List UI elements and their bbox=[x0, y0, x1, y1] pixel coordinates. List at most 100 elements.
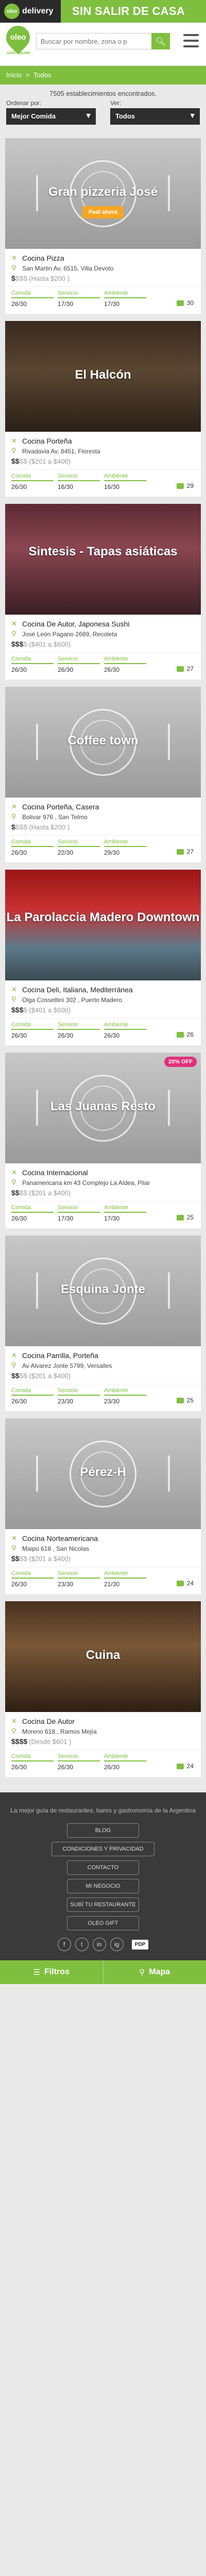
search-button[interactable]: 🔍︎ bbox=[151, 33, 170, 49]
restaurant-card[interactable]: El Halcón ✕ Cocina Porteña ⚲ Rivadavia Av. 8… bbox=[5, 321, 201, 497]
site-logo[interactable]: oleo GUÍA ONLINE bbox=[1, 21, 35, 58]
rating-ambience-value: 17/30 bbox=[104, 300, 120, 308]
ratings: Comida 26/30 Servicio 26/30 Ambiente 26/30 27 bbox=[5, 652, 201, 680]
restaurant-name[interactable]: Pérez-H bbox=[5, 1466, 201, 1479]
address: Moreno 618 , Ramos Mejía bbox=[22, 1727, 97, 1735]
map-button[interactable]: ⚲ Mapa bbox=[102, 1960, 206, 1984]
facebook-icon[interactable]: f bbox=[57, 1938, 71, 1951]
twitter-icon[interactable]: t bbox=[75, 1938, 89, 1951]
restaurant-info: ✕ Cocina Norteamericana ⚲ Maipú 618 , San N… bbox=[5, 1529, 201, 1567]
filters: Ordenar por: Mejor Comida ▼ Ver: Todos ▼ bbox=[0, 99, 206, 125]
restaurant-card[interactable]: Gran pizzeria José Pedí ahora ✕ Cocina Pizz… bbox=[5, 138, 201, 314]
rating-food-value: 26/30 bbox=[11, 1032, 27, 1039]
filters-button[interactable]: ☰ Filtros bbox=[0, 1960, 103, 1984]
comment-icon bbox=[176, 1580, 184, 1586]
restaurant-image[interactable]: El Halcón bbox=[5, 321, 201, 432]
restaurant-info: ✕ Cocina De Autor ⚲ Moreno 618 , Ramos Mejí… bbox=[5, 1712, 201, 1750]
comments-value: 25 bbox=[186, 1214, 194, 1221]
promo-banner[interactable]: oleo delivery SIN SALIR DE CASA bbox=[0, 0, 206, 23]
comments-count[interactable]: 24 bbox=[176, 1762, 194, 1770]
breadcrumb-home[interactable]: Inicio bbox=[6, 71, 22, 79]
restaurant-name[interactable]: Sintesis - Tapas asiáticas bbox=[5, 545, 201, 558]
rating-ambience-label: Ambiente bbox=[104, 1387, 146, 1396]
footer-link-gift[interactable]: OLEO GIFT bbox=[67, 1916, 139, 1930]
restaurant-name[interactable]: La Parolaccia Madero Downtown bbox=[5, 911, 201, 924]
footer-link-business[interactable]: MI NEGOCIO bbox=[67, 1879, 139, 1893]
cutlery-icon: ✕ bbox=[11, 1351, 17, 1360]
restaurant-card[interactable]: Coffee town ✕ Cocina Porteña, Casera ⚲ Boliv… bbox=[5, 687, 201, 862]
rating-ambience: Ambiente 23/30 bbox=[104, 1387, 146, 1405]
search-input[interactable] bbox=[36, 33, 151, 49]
cuisine: Cocina De Autor bbox=[22, 1717, 75, 1725]
restaurant-image[interactable]: Esquina Jonte bbox=[5, 1235, 201, 1346]
comments-count[interactable]: 30 bbox=[176, 299, 194, 307]
restaurant-image[interactable]: Coffee town bbox=[5, 687, 201, 798]
restaurant-image[interactable]: Pérez-H bbox=[5, 1418, 201, 1529]
restaurant-image[interactable]: Las Juanas Resto 20% OFF bbox=[5, 1053, 201, 1163]
rating-service-label: Servicio bbox=[58, 1570, 100, 1579]
footer-tagline: La mejor guía de restaurantes, bares y g… bbox=[10, 1807, 196, 1814]
address: Maipú 618 , San Nicolas bbox=[22, 1545, 90, 1552]
rating-service-label: Servicio bbox=[58, 290, 100, 298]
rating-food: Comida 26/30 bbox=[11, 1753, 54, 1771]
order-select[interactable]: Mejor Comida ▼ bbox=[6, 108, 96, 125]
comments-value: 29 bbox=[186, 482, 194, 489]
view-select[interactable]: Todos ▼ bbox=[110, 108, 200, 125]
linkedin-icon[interactable]: in bbox=[92, 1938, 106, 1951]
rating-ambience: Ambiente 26/30 bbox=[104, 656, 146, 673]
footer-link-upload[interactable]: SUBÍ TU RESTAURANTE bbox=[67, 1897, 139, 1912]
comments-count[interactable]: 29 bbox=[176, 482, 194, 489]
promo-headline: SIN SALIR DE CASA bbox=[72, 5, 185, 18]
restaurant-name[interactable]: Cuina bbox=[5, 1649, 201, 1662]
restaurant-image[interactable]: Gran pizzeria José Pedí ahora bbox=[5, 138, 201, 249]
restaurant-image[interactable]: Sintesis - Tapas asiáticas bbox=[5, 504, 201, 615]
rating-service-value: 22/30 bbox=[58, 849, 74, 856]
comments-count[interactable]: 27 bbox=[176, 848, 194, 855]
search-icon: 🔍︎ bbox=[155, 36, 166, 46]
price-inactive: $$ bbox=[19, 1371, 28, 1380]
promo-brand: oleo delivery bbox=[0, 0, 61, 23]
restaurant-card[interactable]: Las Juanas Resto 20% OFF ✕ Cocina Internaci… bbox=[5, 1053, 201, 1228]
price-inactive: $$ bbox=[19, 1554, 28, 1563]
comments-count[interactable]: 24 bbox=[176, 1580, 194, 1587]
price-level: $$$$ ($201 a $400) bbox=[11, 1554, 195, 1563]
restaurant-card[interactable]: Cuina ✕ Cocina De Autor ⚲ Moreno 618 , Ramos… bbox=[5, 1601, 201, 1777]
cuisine: Cocina De Autor, Japonesa Sushi bbox=[22, 620, 130, 628]
order-label: Ordenar por: bbox=[6, 99, 42, 107]
restaurant-name[interactable]: Coffee town bbox=[5, 734, 201, 748]
restaurant-name[interactable]: Las Juanas Resto bbox=[5, 1100, 201, 1113]
footer-link-conditions[interactable]: CONDICIONES Y PRIVACIDAD bbox=[52, 1842, 154, 1856]
restaurant-card[interactable]: La Parolaccia Madero Downtown ✕ Cocina Del… bbox=[5, 870, 201, 1045]
address: San Martin Av. 6515, Villa Devoto bbox=[22, 264, 114, 272]
address: Olga Cossettini 302 , Puerto Madero bbox=[22, 996, 123, 1004]
view-value: Todos bbox=[115, 112, 135, 120]
restaurant-card[interactable]: Pérez-H ✕ Cocina Norteamericana ⚲ Maipú 618 … bbox=[5, 1418, 201, 1594]
rating-food-label: Comida bbox=[11, 1387, 54, 1396]
comments-value: 27 bbox=[186, 665, 194, 672]
cuisine-row: ✕ Cocina Parrilla, Porteña bbox=[11, 1351, 195, 1360]
restaurant-card[interactable]: Sintesis - Tapas asiáticas ✕ Cocina De Aut… bbox=[5, 504, 201, 680]
restaurant-name[interactable]: Esquina Jonte bbox=[5, 1283, 201, 1296]
restaurant-image[interactable]: La Parolaccia Madero Downtown bbox=[5, 870, 201, 980]
order-now-button[interactable]: Pedí ahora bbox=[82, 206, 124, 218]
restaurant-name[interactable]: Gran pizzeria José bbox=[5, 185, 201, 199]
address: Av Alvarez Jonte 5799, Versalles bbox=[22, 1362, 112, 1369]
comment-icon bbox=[176, 483, 184, 489]
rating-service: Servicio 17/30 bbox=[58, 290, 100, 308]
instagram-icon[interactable]: ig bbox=[110, 1938, 124, 1951]
comments-count[interactable]: 26 bbox=[176, 1031, 194, 1038]
rating-ambience-value: 26/30 bbox=[104, 666, 120, 673]
restaurant-image[interactable]: Cuina bbox=[5, 1601, 201, 1712]
price-active: $ bbox=[11, 274, 15, 282]
comments-count[interactable]: 27 bbox=[176, 665, 194, 672]
menu-icon[interactable] bbox=[183, 34, 199, 47]
restaurant-name[interactable]: El Halcón bbox=[5, 368, 201, 382]
rating-service-label: Servicio bbox=[58, 1022, 100, 1030]
address-row: ⚲ Rivadavia Av. 8451, Floresta bbox=[11, 447, 195, 455]
restaurant-card[interactable]: Esquina Jonte ✕ Cocina Parrilla, Porteña ⚲ A… bbox=[5, 1235, 201, 1411]
ratings: Comida 26/30 Servicio 23/30 Ambiente 21/30 24 bbox=[5, 1567, 201, 1594]
comments-count[interactable]: 25 bbox=[176, 1397, 194, 1404]
footer-link-contact[interactable]: CONTACTO bbox=[67, 1860, 139, 1875]
footer-link-blog[interactable]: BLOG bbox=[67, 1823, 139, 1838]
comments-count[interactable]: 25 bbox=[176, 1214, 194, 1221]
